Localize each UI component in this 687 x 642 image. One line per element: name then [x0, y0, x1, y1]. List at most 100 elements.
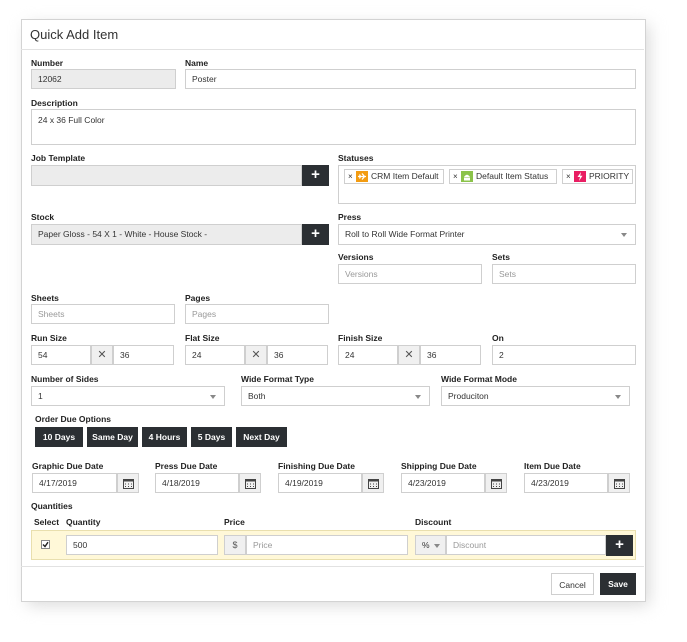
times-icon: ✕ — [398, 345, 420, 365]
press-due-date-label: Press Due Date — [155, 461, 218, 471]
calendar-icon[interactable] — [362, 473, 384, 493]
on-input[interactable]: 2 — [492, 345, 636, 365]
press-select[interactable]: Roll to Roll Wide Format Printer — [338, 224, 636, 245]
statuses-box[interactable]: × CRM Item Default × Default Item Status… — [338, 165, 636, 204]
calendar-icon[interactable] — [239, 473, 261, 493]
due-10-days-button[interactable]: 10 Days — [35, 427, 83, 447]
add-quantity-button[interactable]: + — [606, 535, 633, 556]
wide-format-mode-select[interactable]: Produciton — [441, 386, 630, 406]
run-size-height[interactable]: 36 — [113, 345, 174, 365]
header-divider — [21, 49, 644, 50]
item-due-date-input[interactable]: 4/23/2019 — [524, 473, 608, 493]
wide-format-type-value: Both — [248, 391, 266, 401]
number-of-sides-label: Number of Sides — [31, 374, 99, 384]
finishing-due-date-input[interactable]: 4/19/2019 — [278, 473, 362, 493]
calendar-icon[interactable] — [117, 473, 139, 493]
sheets-input[interactable]: Sheets — [31, 304, 175, 324]
description-textarea[interactable]: 24 x 36 Full Color — [31, 109, 636, 145]
shipping-due-date-input[interactable]: 4/23/2019 — [401, 473, 485, 493]
bolt-icon — [574, 171, 586, 182]
due-5-days-button[interactable]: 5 Days — [191, 427, 232, 447]
graphic-due-date-label: Graphic Due Date — [32, 461, 104, 471]
status-chip-default: × Default Item Status — [449, 169, 557, 184]
due-next-day-button[interactable]: Next Day — [236, 427, 287, 447]
dialog-title: Quick Add Item — [30, 27, 119, 42]
quantity-select-checkbox[interactable] — [41, 540, 50, 549]
discount-input[interactable]: Discount — [446, 535, 606, 555]
add-job-template-button[interactable]: + — [302, 165, 329, 186]
price-input[interactable]: Price — [246, 535, 408, 555]
number-field[interactable]: 12062 — [31, 69, 176, 89]
versions-input[interactable]: Versions — [338, 264, 482, 284]
shipping-due-date-label: Shipping Due Date — [401, 461, 477, 471]
flat-size-width[interactable]: 24 — [185, 345, 245, 365]
chevron-down-icon — [434, 544, 440, 548]
quantity-column-header: Quantity — [66, 517, 101, 527]
status-chip-label: CRM Item Default — [371, 171, 439, 181]
stock-label: Stock — [31, 212, 55, 222]
discount-type-value: % — [422, 540, 430, 550]
wide-format-type-select[interactable]: Both — [241, 386, 430, 406]
discount-column-header: Discount — [415, 517, 452, 527]
calendar-icon[interactable] — [485, 473, 507, 493]
graphic-due-date-input[interactable]: 4/17/2019 — [32, 473, 117, 493]
discount-type-select[interactable]: % — [415, 535, 446, 555]
add-stock-button[interactable]: + — [302, 224, 329, 245]
pages-input[interactable]: Pages — [185, 304, 329, 324]
stock-field[interactable]: Paper Gloss - 54 X 1 - White - House Sto… — [31, 224, 302, 245]
plane-icon — [356, 171, 368, 182]
on-label: On — [492, 333, 504, 343]
times-icon: ✕ — [245, 345, 267, 365]
calendar-icon[interactable] — [608, 473, 630, 493]
versions-label: Versions — [338, 252, 374, 262]
chevron-down-icon — [615, 395, 621, 399]
name-field[interactable]: Poster — [185, 69, 636, 89]
remove-status-icon[interactable]: × — [566, 170, 571, 183]
android-icon — [461, 171, 473, 182]
pages-label: Pages — [185, 293, 211, 303]
wide-format-mode-value: Produciton — [448, 391, 489, 401]
item-due-date-label: Item Due Date — [524, 461, 581, 471]
chevron-down-icon — [415, 395, 421, 399]
number-of-sides-value: 1 — [38, 391, 43, 401]
press-select-value: Roll to Roll Wide Format Printer — [345, 229, 465, 239]
price-currency-addon: $ — [224, 535, 246, 555]
order-due-options-label: Order Due Options — [35, 414, 112, 424]
run-size-width[interactable]: 54 — [31, 345, 91, 365]
cancel-button[interactable]: Cancel — [551, 573, 594, 595]
footer-divider — [21, 566, 644, 567]
save-button[interactable]: Save — [600, 573, 636, 595]
sheets-label: Sheets — [31, 293, 59, 303]
flat-size-label: Flat Size — [185, 333, 220, 343]
status-chip-label: PRIORITY — [589, 171, 630, 181]
name-label: Name — [185, 58, 209, 68]
statuses-label: Statuses — [338, 153, 374, 163]
number-of-sides-select[interactable]: 1 — [31, 386, 225, 406]
press-label: Press — [338, 212, 362, 222]
finish-size-height[interactable]: 36 — [420, 345, 481, 365]
status-chip-crm: × CRM Item Default — [344, 169, 444, 184]
quantity-input[interactable]: 500 — [66, 535, 218, 555]
wide-format-mode-label: Wide Format Mode — [441, 374, 517, 384]
finish-size-label: Finish Size — [338, 333, 383, 343]
job-template-label: Job Template — [31, 153, 86, 163]
due-4-hours-button[interactable]: 4 Hours — [142, 427, 187, 447]
sets-label: Sets — [492, 252, 510, 262]
sets-input[interactable]: Sets — [492, 264, 636, 284]
times-icon: ✕ — [91, 345, 113, 365]
due-same-day-button[interactable]: Same Day — [87, 427, 138, 447]
wide-format-type-label: Wide Format Type — [241, 374, 314, 384]
remove-status-icon[interactable]: × — [453, 170, 458, 183]
status-chip-label: Default Item Status — [476, 171, 549, 181]
press-due-date-input[interactable]: 4/18/2019 — [155, 473, 239, 493]
finish-size-width[interactable]: 24 — [338, 345, 398, 365]
number-label: Number — [31, 58, 64, 68]
run-size-label: Run Size — [31, 333, 67, 343]
remove-status-icon[interactable]: × — [348, 170, 353, 183]
description-label: Description — [31, 98, 78, 108]
job-template-field[interactable] — [31, 165, 302, 186]
chevron-down-icon — [621, 233, 627, 237]
flat-size-height[interactable]: 36 — [267, 345, 328, 365]
checkmark-icon — [42, 541, 49, 548]
quantities-label: Quantities — [31, 501, 73, 511]
